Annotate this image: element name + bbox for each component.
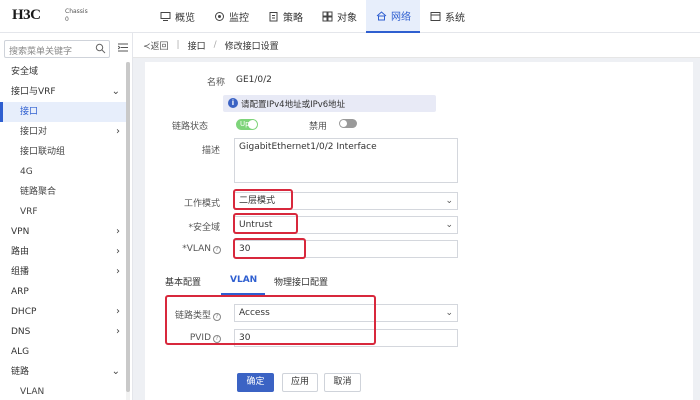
sidebar-item-link-aggregation[interactable]: 链路聚合 — [0, 182, 126, 202]
security-zone-label: *安全域 — [188, 223, 220, 233]
monitor-icon — [159, 11, 171, 23]
chevron-down-icon: ⌄ — [111, 366, 120, 377]
target-icon — [213, 11, 225, 23]
sidebar-item-dns[interactable]: DNS › — [0, 322, 126, 342]
sidebar-item-vlan[interactable]: VLAN — [0, 382, 126, 400]
ok-button[interactable]: 确定 — [237, 373, 274, 392]
top-nav: 概览 监控 策略 对象 网络 系统 — [150, 0, 474, 33]
disable-toggle[interactable] — [339, 119, 357, 128]
name-label: 名称 — [206, 78, 225, 88]
tab-vlan[interactable]: VLAN — [230, 275, 257, 285]
nav-system[interactable]: 系统 — [420, 0, 474, 33]
sidebar-item-interface-vrf[interactable]: 接口与VRF ⌄ — [0, 82, 126, 102]
link-state-label: 链路状态 — [171, 122, 208, 132]
breadcrumb-current: 修改接口设置 — [224, 41, 279, 52]
tip-text: 请配置IPv4地址或IPv6地址 — [241, 100, 346, 110]
tab-physical-interface-config[interactable]: 物理接口配置 — [274, 275, 328, 288]
chevron-down-icon: ⌄ — [445, 196, 453, 206]
search-placeholder: 搜索菜单关键字 — [9, 47, 73, 57]
highlight-work-mode — [233, 189, 293, 210]
sidebar-collapse-icon[interactable] — [117, 43, 128, 55]
config-tabs: 基本配置 VLAN 物理接口配置 — [155, 271, 693, 295]
nav-network[interactable]: 网络 — [366, 0, 420, 33]
description-textarea[interactable]: GigabitEthernet1/0/2 Interface — [234, 138, 458, 183]
toggle-knob — [248, 120, 257, 129]
breadcrumb-separator: | — [176, 40, 180, 50]
scrollbar-thumb[interactable] — [126, 62, 130, 392]
nav-policy[interactable]: 策略 — [258, 0, 312, 33]
chassis-label: Chassis 0 — [65, 8, 88, 23]
chevron-down-icon: ⌄ — [445, 220, 453, 230]
chevron-right-icon: › — [116, 326, 120, 337]
chevron-right-icon: › — [116, 226, 120, 237]
nav-overview[interactable]: 概览 — [150, 0, 204, 33]
grid-icon — [321, 11, 333, 23]
nav-monitor[interactable]: 监控 — [204, 0, 258, 33]
sidebar-item-security-zone[interactable]: 安全域 — [0, 62, 126, 82]
sidebar-item-alg[interactable]: ALG — [0, 342, 126, 362]
sidebar-scrollbar[interactable] — [126, 62, 130, 400]
sidebar-item-arp[interactable]: ARP — [0, 282, 126, 302]
top-header: H3C Chassis 0 概览 监控 策略 对象 网络 系统 — [0, 0, 700, 33]
back-link[interactable]: ≺返回 — [143, 39, 169, 52]
clipboard-icon — [267, 11, 279, 23]
link-state-toggle[interactable]: Up — [236, 119, 258, 130]
network-icon — [375, 10, 387, 22]
search-icon[interactable] — [95, 43, 106, 57]
toggle-knob — [340, 120, 347, 127]
sidebar-item-dhcp[interactable]: DHCP › — [0, 302, 126, 322]
sidebar-item-interface[interactable]: 接口 — [0, 102, 126, 122]
description-label: 描述 — [201, 146, 220, 156]
sidebar-menu: 安全域 接口与VRF ⌄ 接口 接口对 › 接口联动组 4G 链路聚合 VRF VP… — [0, 62, 126, 400]
chevron-down-icon: ⌄ — [111, 86, 120, 97]
apply-button[interactable]: 应用 — [282, 373, 318, 392]
disable-label: 禁用 — [309, 122, 328, 132]
chevron-right-icon: › — [116, 266, 120, 277]
sidebar-item-link[interactable]: 链路 ⌄ — [0, 362, 126, 382]
ip-config-tip: i 请配置IPv4地址或IPv6地址 — [223, 95, 436, 112]
name-value: GE1/0/2 — [236, 75, 272, 85]
sidebar-item-multicast[interactable]: 组播 › — [0, 262, 126, 282]
sidebar-item-routing[interactable]: 路由 › — [0, 242, 126, 262]
sidebar-item-4g[interactable]: 4G — [0, 162, 126, 182]
chevron-down-icon: ⌄ — [445, 308, 453, 318]
chevron-right-icon: › — [116, 306, 120, 317]
interface-edit-form: 名称 GE1/0/2 i 请配置IPv4地址或IPv6地址 链路状态 Up 禁用… — [145, 62, 693, 400]
sidebar-item-interface-link-group[interactable]: 接口联动组 — [0, 142, 126, 162]
sidebar-item-vpn[interactable]: VPN › — [0, 222, 126, 242]
logo: H3C — [12, 7, 41, 23]
vlan-label: *VLAN? — [141, 244, 221, 254]
highlight-security-zone — [233, 213, 298, 234]
menu-search-input[interactable]: 搜索菜单关键字 — [4, 40, 110, 58]
chevron-right-icon: › — [116, 246, 120, 257]
system-icon — [429, 11, 441, 23]
breadcrumb: ≺返回 | 接口 / 修改接口设置 — [133, 33, 700, 58]
work-mode-label: 工作模式 — [183, 199, 220, 209]
breadcrumb-interface[interactable]: 接口 — [188, 39, 206, 52]
help-icon[interactable]: ? — [213, 246, 221, 254]
highlight-vlan-tab-fields — [165, 295, 376, 345]
chevron-right-icon: › — [116, 126, 120, 137]
sidebar-item-interface-pair[interactable]: 接口对 › — [0, 122, 126, 142]
sidebar-item-vrf[interactable]: VRF — [0, 202, 126, 222]
highlight-vlan — [233, 238, 306, 259]
info-icon: i — [228, 98, 238, 108]
sidebar: 搜索菜单关键字 安全域 接口与VRF ⌄ 接口 接口对 › 接口联动组 4G 链路聚… — [0, 33, 133, 400]
breadcrumb-slash: / — [213, 40, 217, 50]
cancel-button[interactable]: 取消 — [324, 373, 361, 392]
nav-object[interactable]: 对象 — [312, 0, 366, 33]
tab-basic-config[interactable]: 基本配置 — [165, 275, 201, 288]
